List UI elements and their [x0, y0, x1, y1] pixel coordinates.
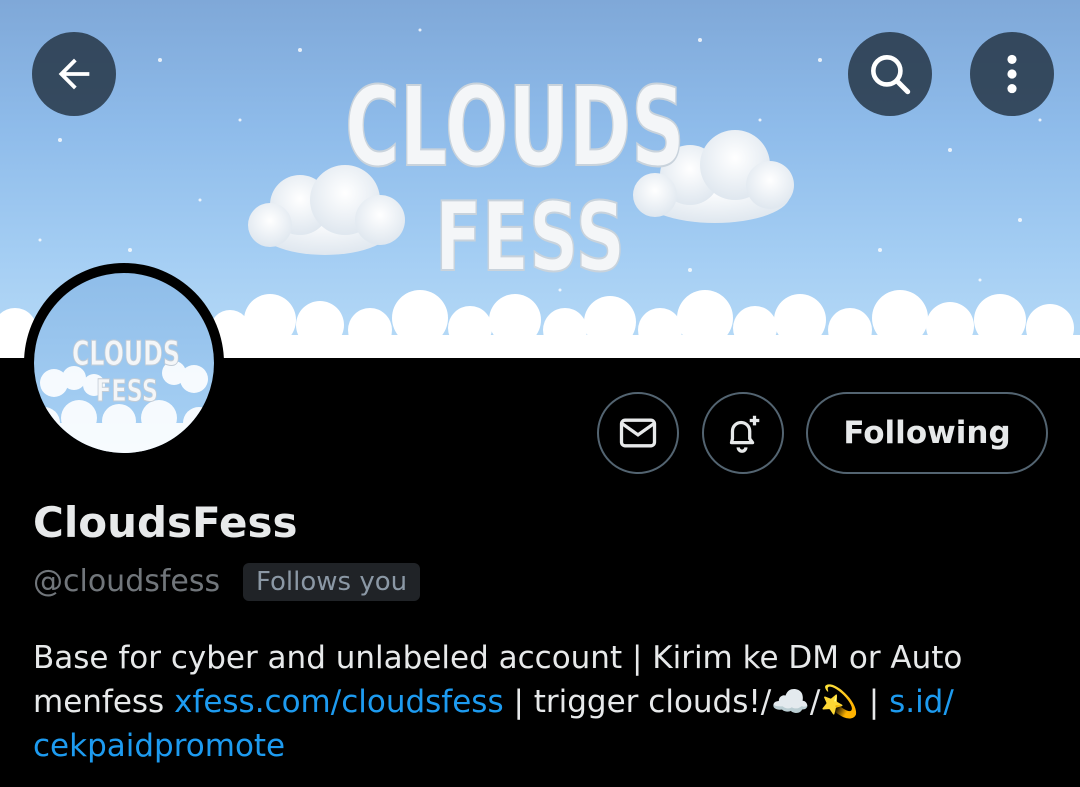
bio-text-2: | trigger clouds!/☁️/💫 | [503, 684, 890, 720]
banner-text-1: CLOUDS [345, 63, 685, 191]
bell-plus-icon [729, 415, 760, 453]
more-vertical-icon [1007, 54, 1017, 94]
search-button[interactable] [848, 32, 932, 116]
display-name: CloudsFess [33, 498, 298, 547]
more-button[interactable] [970, 32, 1054, 116]
bio-link-xfess[interactable]: xfess.com/cloudsfess [174, 684, 504, 720]
search-icon [871, 55, 911, 95]
avatar-text-2: FESS [96, 374, 158, 409]
message-button[interactable] [597, 392, 679, 474]
banner-text-2: FESS [435, 183, 625, 293]
back-button[interactable] [32, 32, 116, 116]
arrow-left-icon [58, 58, 90, 90]
avatar-text-1: CLOUDS [72, 334, 180, 374]
bio: Base for cyber and unlabeled account | K… [33, 636, 1043, 768]
following-label: Following [843, 415, 1011, 451]
follows-you-badge: Follows you [243, 563, 421, 601]
following-button[interactable]: Following [806, 392, 1048, 474]
profile-avatar[interactable]: CLOUDS FESS [24, 263, 224, 463]
avatar-image: CLOUDS FESS [34, 273, 214, 453]
mail-icon [619, 418, 657, 448]
notifications-button[interactable] [702, 392, 784, 474]
handle: @cloudsfess [33, 564, 221, 599]
